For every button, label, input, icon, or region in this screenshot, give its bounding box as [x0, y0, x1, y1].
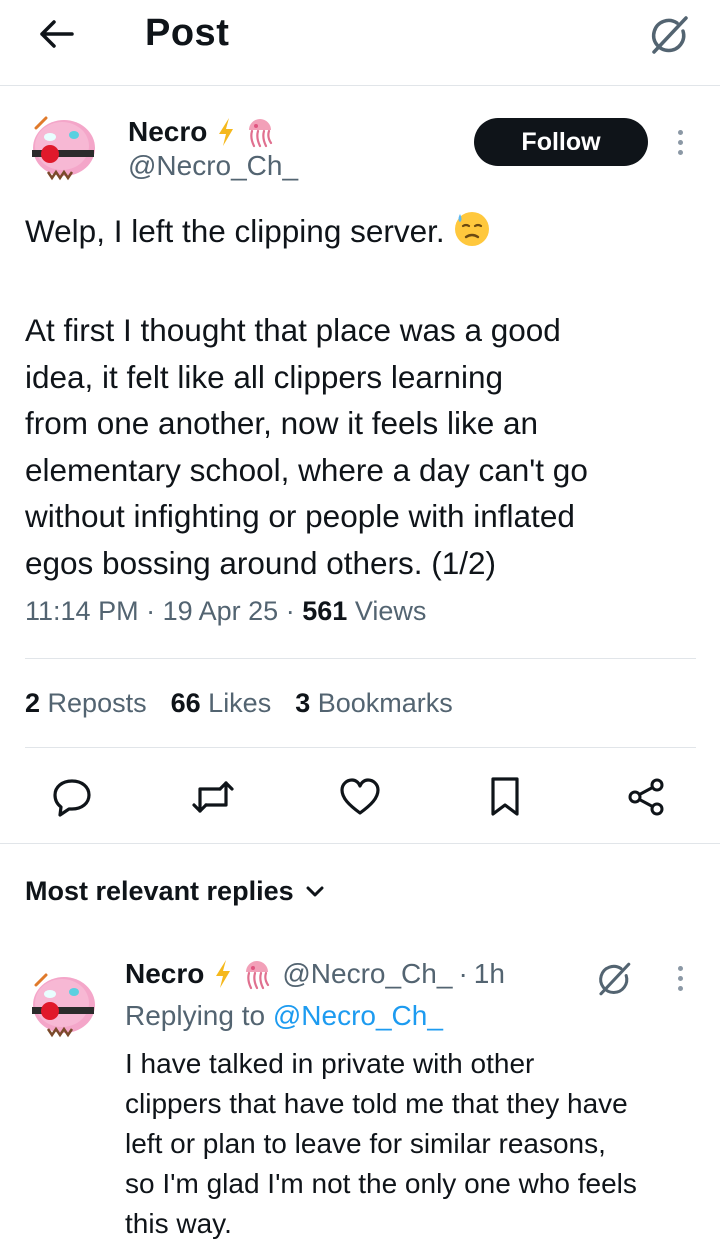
bookmarks-count: 3	[295, 688, 311, 718]
section-divider	[0, 843, 720, 844]
lightning-emoji	[217, 117, 235, 147]
jellyfish-emoji	[242, 958, 272, 990]
post-text-blank-line	[25, 261, 705, 308]
post-stats: 2 Reposts 66 Likes 3 Bookmarks	[25, 688, 453, 719]
reply-header: Necro @Necro_Ch_ · 1h	[125, 958, 505, 990]
post-text-line: elementary school, where a day can't go	[25, 451, 588, 488]
post-date[interactable]: 19 Apr 25	[163, 596, 279, 626]
meta-separator: ·	[285, 596, 295, 626]
lightning-emoji	[214, 959, 232, 989]
more-options-icon[interactable]	[668, 122, 692, 162]
replies-header-label: Most relevant replies	[25, 876, 294, 906]
reposts-stat[interactable]: 2 Reposts	[25, 688, 147, 719]
like-icon[interactable]	[334, 771, 386, 823]
jellyfish-emoji	[245, 116, 275, 148]
reply-text-line: this way.	[125, 1208, 232, 1239]
post-meta: 11:14 PM · 19 Apr 25 · 561 Views	[25, 596, 426, 627]
chevron-down-icon	[306, 886, 324, 896]
post-text-line: At first I thought that place was a good	[25, 312, 561, 348]
reply-time-separator: ·	[458, 958, 468, 989]
views-label: Views	[354, 596, 427, 626]
author-handle[interactable]: @Necro_Ch_	[128, 150, 298, 182]
page-title: Post	[145, 12, 230, 54]
reposts-label: Reposts	[47, 688, 147, 718]
replying-to-mention[interactable]: @Necro_Ch_	[273, 1000, 443, 1031]
back-arrow-icon[interactable]	[30, 14, 82, 54]
repost-icon[interactable]	[187, 771, 239, 823]
post-text-line: from one another, now it feels like an	[25, 405, 539, 441]
post-text: Welp, I left the clipping server. At fir…	[25, 208, 705, 586]
post-time[interactable]: 11:14 PM	[25, 596, 139, 626]
bookmarks-label: Bookmarks	[317, 688, 453, 718]
reply-time[interactable]: 1h	[474, 958, 505, 990]
divider	[25, 747, 696, 748]
downcast-sweat-face-emoji	[453, 210, 491, 261]
bookmark-icon[interactable]	[479, 771, 531, 823]
divider	[25, 658, 696, 659]
reply-grok-icon[interactable]	[590, 958, 638, 1000]
likes-count: 66	[170, 688, 201, 718]
likes-label: Likes	[208, 688, 272, 718]
share-icon[interactable]	[620, 771, 672, 823]
likes-stat[interactable]: 66 Likes	[171, 688, 272, 719]
reply-text-line: I have talked in private with other	[125, 1048, 535, 1079]
post-text-line: egos bossing around others. (1/2)	[25, 544, 497, 581]
reply-text: I have talked in private with other clip…	[125, 1044, 705, 1244]
reply-text-line: so I'm glad I'm not the only one who fee…	[125, 1168, 637, 1199]
post-text-line: without infighting or people with inflat…	[25, 498, 575, 534]
follow-button[interactable]: Follow	[474, 118, 648, 166]
meta-separator: ·	[146, 596, 156, 626]
replies-sort-dropdown[interactable]: Most relevant replies	[25, 876, 324, 907]
author-row: Necro	[128, 116, 275, 148]
views-count: 561	[302, 596, 348, 626]
avatar[interactable]	[22, 104, 104, 186]
reply-more-options-icon[interactable]	[668, 958, 692, 998]
post-text-line: Welp, I left the clipping server.	[25, 208, 705, 261]
reply-handle[interactable]: @Necro_Ch_	[282, 958, 452, 990]
post-text-line: idea, it felt like all clippers learning	[25, 358, 503, 395]
reply-author-name[interactable]: Necro	[125, 958, 204, 990]
reply-avatar[interactable]	[22, 961, 104, 1043]
reply-text-line: left or plan to leave for similar reason…	[125, 1128, 606, 1159]
replying-to-label: Replying to	[125, 1000, 266, 1031]
author-name[interactable]: Necro	[128, 116, 207, 148]
bookmarks-stat[interactable]: 3 Bookmarks	[295, 688, 453, 719]
top-bar: Post	[0, 0, 720, 86]
replying-to: Replying to @Necro_Ch_	[125, 1000, 443, 1032]
reply-text-line: clippers that have told me that they hav…	[125, 1088, 628, 1119]
grok-icon[interactable]	[644, 12, 694, 58]
reposts-count: 2	[25, 688, 41, 718]
reply-icon[interactable]	[46, 771, 98, 823]
